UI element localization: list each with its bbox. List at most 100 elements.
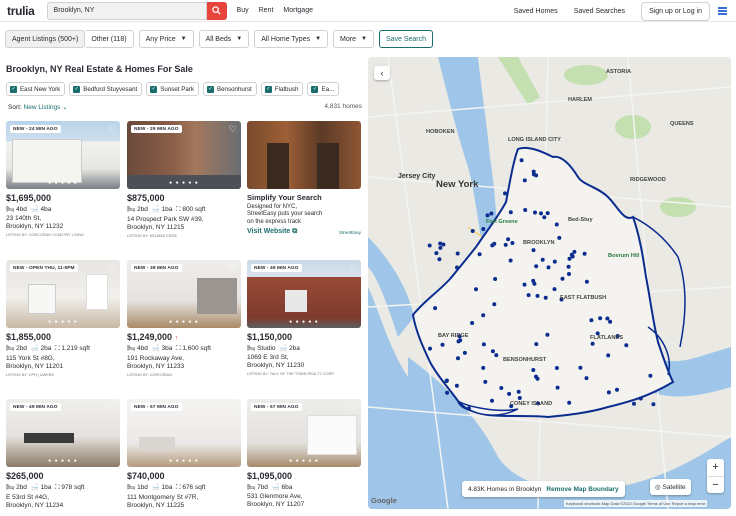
listing-marker[interactable] [557,235,562,240]
other-listings-tab[interactable]: Other (118) [85,30,134,48]
listing-marker[interactable] [438,241,443,246]
listing-marker[interactable] [510,241,515,245]
listing-marker[interactable] [522,178,527,183]
listing-marker[interactable] [531,368,536,372]
listing-photo[interactable]: NEW - 38 MIN AGO ♡ ● ● ● ● ● [127,260,241,328]
tag-bensonhurst[interactable]: ✓ Bensonhurst [202,82,257,96]
heart-icon[interactable]: ♡ [349,263,357,274]
save-search-button[interactable]: Save Search [378,30,434,48]
listing-marker[interactable] [470,229,475,233]
listing-marker[interactable] [545,332,550,337]
tag-east-new-york[interactable]: ✓ East New York [6,82,66,96]
listing-city[interactable]: Brooklyn, NY 11207 [247,501,361,508]
listing-city[interactable]: Brooklyn, NY 11234 [6,502,120,509]
listing-marker[interactable] [508,210,513,215]
listing-marker[interactable] [534,264,539,269]
heart-icon[interactable]: ♡ [349,402,357,413]
map-panel[interactable]: ‹ New York Jersey City BROOKLYN Fort Gre… [368,57,731,509]
listing-card[interactable]: NEW - 24 MIN AGO ♡ ● ● ● ● ● $1,695,000 … [6,121,120,237]
listing-marker[interactable] [490,398,494,403]
nav-buy[interactable]: Buy [237,7,249,14]
listing-marker[interactable] [427,243,432,248]
listing-marker[interactable] [481,313,486,318]
listing-marker[interactable] [437,257,442,262]
sort-control[interactable]: Sort: New Listings ⌄ [8,103,68,111]
listing-marker[interactable] [503,191,507,196]
listing-city[interactable]: Brooklyn, NY 11232 [6,223,120,230]
listing-marker[interactable] [526,293,531,298]
listing-street[interactable]: 1069 E 3rd St, [247,354,361,361]
carousel-dots[interactable]: ● ● ● ● ● [127,319,241,325]
listing-marker[interactable] [499,386,504,390]
listing-city[interactable]: Brooklyn, NY 11230 [247,362,361,369]
listing-city[interactable]: Brooklyn, NY 11233 [127,363,241,370]
listing-marker[interactable] [440,342,445,347]
listing-marker[interactable] [578,365,583,370]
listing-marker[interactable] [481,365,486,370]
listing-marker[interactable] [481,227,486,231]
listing-photo[interactable]: NEW - 49 MIN AGO ♡ ● ● ● ● ● [247,260,361,328]
saved-homes-link[interactable]: Saved Homes [514,8,558,15]
listing-marker[interactable] [433,306,438,311]
listing-marker[interactable] [648,373,653,378]
listing-photo[interactable]: NEW - OPEN THU, 11-5PM ♡ ● ● ● ● ● [6,260,120,328]
listing-marker[interactable] [598,316,603,321]
carousel-dots[interactable]: ● ● ● ● ● [127,180,241,186]
listing-marker[interactable] [507,391,512,396]
listing-card[interactable]: NEW - 49 MIN AGO ♡ ● ● ● ● ● $1,150,000 … [247,260,361,376]
listing-marker[interactable] [582,251,587,256]
listing-card[interactable]: NEW - 49 MIN AGO ♡ ● ● ● ● ● $265,000 🛏 … [6,399,120,509]
remove-boundary-link[interactable]: Remove Map Boundary [546,486,618,493]
listing-marker[interactable] [455,265,459,270]
carousel-dots[interactable]: ● ● ● ● ● [6,319,120,325]
signin-button[interactable]: Sign up or Log in [641,1,710,21]
heart-icon[interactable]: ♡ [108,402,116,413]
listing-marker[interactable] [534,374,538,379]
zoom-out-button[interactable]: − [707,476,724,493]
listing-marker[interactable] [540,257,545,262]
heart-icon[interactable]: ♡ [229,124,237,135]
listing-marker[interactable] [590,341,595,346]
listing-marker[interactable] [483,379,488,384]
listing-card[interactable]: NEW - 29 MIN AGO ♡ ● ● ● ● ● $875,000 🛏 … [127,121,241,238]
listing-city[interactable]: Brooklyn, NY 11215 [127,224,241,231]
listing-marker[interactable] [492,302,497,307]
listing-marker[interactable] [493,277,498,281]
listing-street[interactable]: 23 140th St, [6,215,120,222]
listing-marker[interactable] [535,293,540,298]
listing-marker[interactable] [567,272,571,276]
heart-icon[interactable]: ♡ [108,124,116,135]
heart-icon[interactable]: ♡ [229,402,237,413]
heart-icon[interactable]: ♡ [108,263,116,274]
listing-marker[interactable] [566,264,571,269]
listing-marker[interactable] [428,346,432,351]
listing-marker[interactable] [651,402,656,407]
tag-bedford-stuyvesant[interactable]: ✓ Bedford Stuyvesant [69,82,143,96]
listing-marker[interactable] [572,249,577,254]
listing-photo[interactable]: NEW - 57 MIN AGO ♡ ● ● ● ● ● [247,399,361,467]
listing-photo[interactable]: NEW - 29 MIN AGO ♡ ● ● ● ● ● [127,121,241,189]
listing-marker[interactable] [438,245,443,250]
listing-marker[interactable] [508,258,513,263]
listing-marker[interactable] [470,321,475,325]
listing-marker[interactable] [539,211,543,216]
listing-card[interactable]: NEW - 38 MIN AGO ♡ ● ● ● ● ● $1,249,000 … [127,260,241,377]
listing-marker[interactable] [542,215,547,220]
listing-marker[interactable] [584,279,589,284]
listing-marker[interactable] [545,211,550,216]
more-filter[interactable]: More ▼ [333,30,374,48]
listing-card[interactable]: NEW - OPEN THU, 11-5PM ♡ ● ● ● ● ● $1,85… [6,260,120,377]
listing-marker[interactable] [490,349,495,354]
tag-more[interactable]: ✓ Ea... [307,82,340,96]
listing-marker[interactable] [506,237,511,242]
listing-marker[interactable] [462,350,467,355]
listing-marker[interactable] [554,366,559,370]
listing-marker[interactable] [589,318,594,323]
trulia-logo[interactable]: trulia [7,4,35,18]
listing-marker[interactable] [503,242,508,247]
listing-photo[interactable]: NEW - 24 MIN AGO ♡ ● ● ● ● ● [6,121,120,189]
listing-marker[interactable] [533,210,537,215]
listing-marker[interactable] [531,248,536,253]
listing-marker[interactable] [523,208,528,212]
listing-marker[interactable] [517,396,522,400]
